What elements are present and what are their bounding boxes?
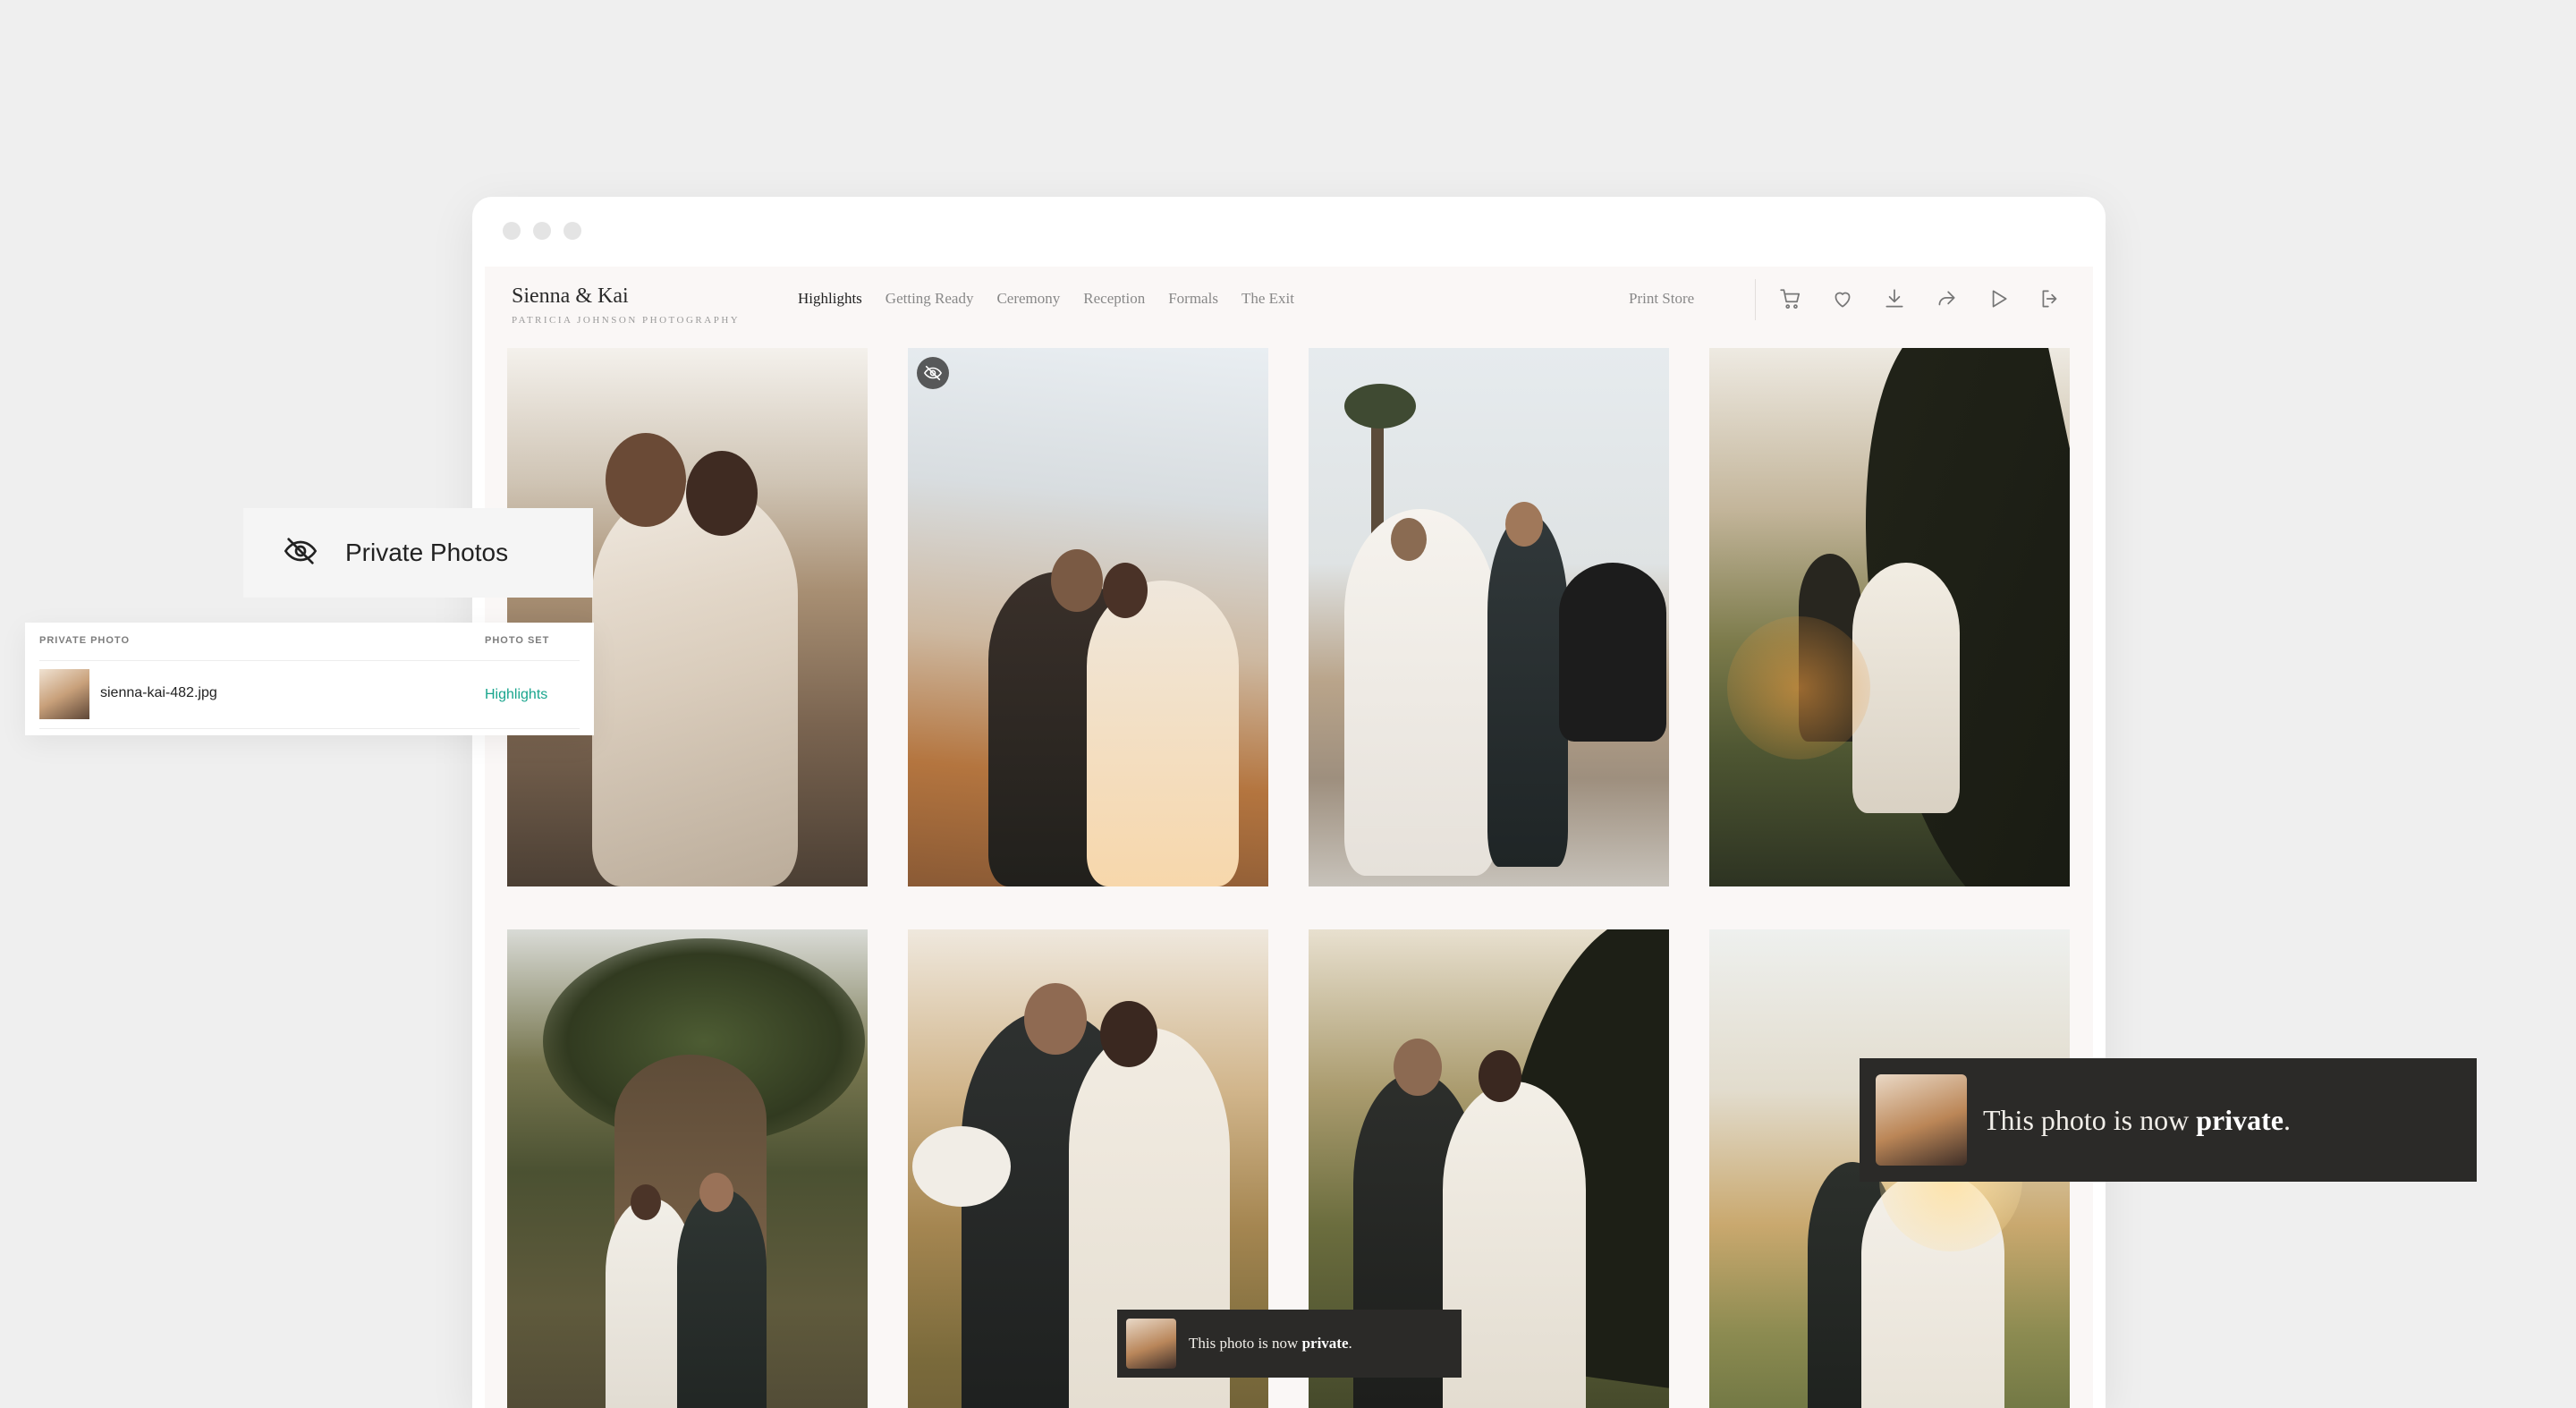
nav-item-ceremony[interactable]: Ceremony bbox=[996, 290, 1060, 308]
gallery-photo[interactable] bbox=[507, 929, 868, 1408]
toast-message: This photo is now private. bbox=[1983, 1103, 2291, 1136]
nav-item-getting-ready[interactable]: Getting Ready bbox=[886, 290, 974, 308]
photo-thumbnail[interactable] bbox=[39, 669, 89, 719]
palm-crown bbox=[1344, 384, 1416, 428]
bride-head bbox=[631, 1184, 661, 1220]
photo-filename: sienna-kai-482.jpg bbox=[100, 685, 217, 700]
window-dot bbox=[503, 222, 521, 240]
groom-figure bbox=[1487, 513, 1568, 867]
share-icon[interactable] bbox=[1934, 286, 1959, 311]
couple-figure bbox=[592, 482, 798, 886]
groom-head bbox=[1051, 549, 1103, 612]
divider bbox=[39, 660, 580, 661]
bride-figure bbox=[1443, 1081, 1586, 1408]
toolbar-icons bbox=[1778, 286, 2063, 311]
gallery-photo[interactable] bbox=[908, 348, 1268, 886]
toast-notification: This photo is now private. bbox=[1117, 1310, 1462, 1378]
groom-head bbox=[606, 433, 686, 527]
window-dot bbox=[533, 222, 551, 240]
groom-head bbox=[1394, 1039, 1442, 1096]
window-dot bbox=[564, 222, 581, 240]
private-badge-icon bbox=[917, 357, 949, 389]
browser-window: Sienna & Kai PATRICIA JOHNSON PHOTOGRAPH… bbox=[472, 197, 2106, 1408]
groom-head bbox=[699, 1173, 733, 1212]
logout-icon[interactable] bbox=[2038, 286, 2063, 311]
eye-off-icon bbox=[283, 533, 318, 573]
print-store-link[interactable]: Print Store bbox=[1629, 290, 1694, 308]
toast-notification-large: This photo is now private. bbox=[1860, 1058, 2477, 1182]
divider bbox=[39, 728, 580, 729]
groom-figure bbox=[677, 1189, 767, 1408]
bouquet bbox=[912, 1126, 1011, 1207]
officiant-head bbox=[1391, 518, 1427, 561]
private-photos-card[interactable]: Private Photos bbox=[243, 508, 593, 598]
toast-thumbnail bbox=[1876, 1074, 1967, 1166]
groom-head bbox=[1024, 983, 1087, 1055]
sun-flare bbox=[1727, 616, 1870, 759]
bride-head bbox=[1103, 563, 1148, 618]
nav-item-reception[interactable]: Reception bbox=[1083, 290, 1145, 308]
photo-grid bbox=[507, 348, 2072, 1408]
bride-head bbox=[1479, 1050, 1521, 1102]
private-photos-label: Private Photos bbox=[345, 539, 509, 566]
toast-thumbnail bbox=[1126, 1319, 1176, 1369]
photo-set-nav: Highlights Getting Ready Ceremony Recept… bbox=[798, 290, 1294, 308]
column-header-private-photo: PRIVATE PHOTO bbox=[39, 635, 131, 646]
cart-icon[interactable] bbox=[1778, 286, 1803, 311]
nav-item-the-exit[interactable]: The Exit bbox=[1241, 290, 1294, 308]
gallery-subtitle: PATRICIA JOHNSON PHOTOGRAPHY bbox=[512, 315, 741, 326]
window-controls bbox=[503, 222, 581, 240]
nav-item-formals[interactable]: Formals bbox=[1168, 290, 1218, 308]
gallery-photo[interactable] bbox=[1709, 348, 2070, 886]
column-header-photo-set: PHOTO SET bbox=[485, 635, 550, 646]
gallery-app: Sienna & Kai PATRICIA JOHNSON PHOTOGRAPH… bbox=[485, 267, 2093, 1408]
bride-figure bbox=[1087, 581, 1239, 886]
download-icon[interactable] bbox=[1882, 286, 1907, 311]
gallery-photo[interactable] bbox=[1309, 348, 1669, 886]
photo-set-link[interactable]: Highlights bbox=[485, 687, 547, 703]
gallery-title: Sienna & Kai bbox=[512, 284, 629, 308]
play-icon[interactable] bbox=[1986, 286, 2011, 311]
groomsmen bbox=[1559, 563, 1666, 742]
heart-icon[interactable] bbox=[1830, 286, 1855, 311]
nav-item-highlights[interactable]: Highlights bbox=[798, 290, 862, 308]
gallery-photo[interactable] bbox=[507, 348, 868, 886]
groom-head bbox=[1505, 502, 1543, 547]
toast-message: This photo is now private. bbox=[1189, 1335, 1352, 1352]
bride-head bbox=[686, 451, 758, 536]
bride-head bbox=[1100, 1001, 1157, 1067]
bride-figure bbox=[1344, 509, 1496, 876]
private-photo-table: PRIVATE PHOTO PHOTO SET sienna-kai-482.j… bbox=[25, 623, 594, 735]
toolbar-divider bbox=[1755, 279, 1756, 320]
